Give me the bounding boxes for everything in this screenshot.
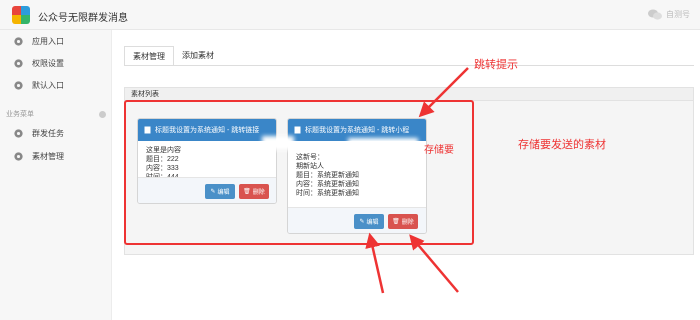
arrow-to-card-header bbox=[418, 67, 469, 118]
annotation-arrows bbox=[365, 67, 469, 294]
arrow-to-edit-button bbox=[365, 232, 385, 294]
arrow-to-delete-button bbox=[409, 234, 459, 293]
